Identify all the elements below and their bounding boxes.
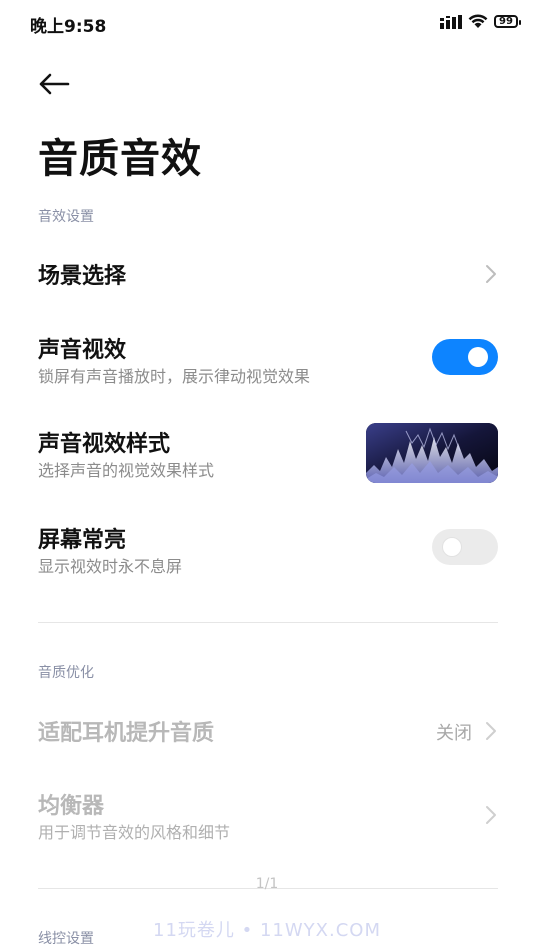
scene-select-label: 场景选择 <box>38 264 127 289</box>
divider <box>38 622 498 623</box>
chevron-right-icon <box>486 265 496 283</box>
screen-on-description: 显示视效时永不息屏 <box>38 557 183 576</box>
scene-select-item[interactable]: 场景选择 <box>0 240 534 310</box>
status-icons: 99 <box>440 14 521 29</box>
visual-effect-toggle[interactable] <box>432 339 498 375</box>
equalizer-label: 均衡器 <box>38 794 105 819</box>
equalizer-item[interactable]: 均衡器 用于调节音效的风格和细节 <box>0 780 534 854</box>
visual-effect-item[interactable]: 声音视效 锁屏有声音播放时，展示律动视觉效果 <box>0 322 534 394</box>
waveform-preview-graphic <box>366 423 498 483</box>
visual-effect-description: 锁屏有声音播放时，展示律动视觉效果 <box>38 367 311 386</box>
chevron-right-icon <box>486 806 496 824</box>
headphone-quality-value: 关闭 <box>436 723 472 744</box>
visual-style-preview-image[interactable] <box>366 423 498 483</box>
visual-style-label: 声音视效样式 <box>38 432 171 457</box>
back-arrow-icon <box>39 73 70 95</box>
visual-style-description: 选择声音的视觉效果样式 <box>38 461 215 480</box>
page-indicator: 1/1 <box>255 876 279 892</box>
chevron-right-icon <box>486 722 496 740</box>
headphone-quality-item[interactable]: 适配耳机提升音质 关闭 <box>0 700 534 762</box>
visual-style-item[interactable]: 声音视效样式 选择声音的视觉效果样式 <box>0 418 534 490</box>
toggle-knob <box>442 537 462 557</box>
watermark: 11玩卷儿 • 11WYX.COM <box>153 920 381 941</box>
screen-on-toggle[interactable] <box>432 529 498 565</box>
visual-effect-label: 声音视效 <box>38 338 127 363</box>
wifi-icon <box>468 14 488 28</box>
equalizer-description: 用于调节音效的风格和细节 <box>38 823 231 842</box>
headphone-quality-label: 适配耳机提升音质 <box>38 721 215 746</box>
battery-icon: 99 <box>494 15 521 28</box>
toggle-knob <box>468 347 488 367</box>
screen-on-label: 屏幕常亮 <box>38 528 127 553</box>
signal-icon <box>440 14 462 29</box>
screen-on-item[interactable]: 屏幕常亮 显示视效时永不息屏 <box>0 514 534 586</box>
status-time: 晚上9:58 <box>30 17 107 37</box>
section-header-quality: 音质优化 <box>38 665 94 681</box>
section-header-sound-effects: 音效设置 <box>38 209 94 225</box>
status-bar: 晚上9:58 99 <box>0 0 534 50</box>
back-button[interactable] <box>38 66 78 102</box>
page-title: 音质音效 <box>38 136 202 182</box>
